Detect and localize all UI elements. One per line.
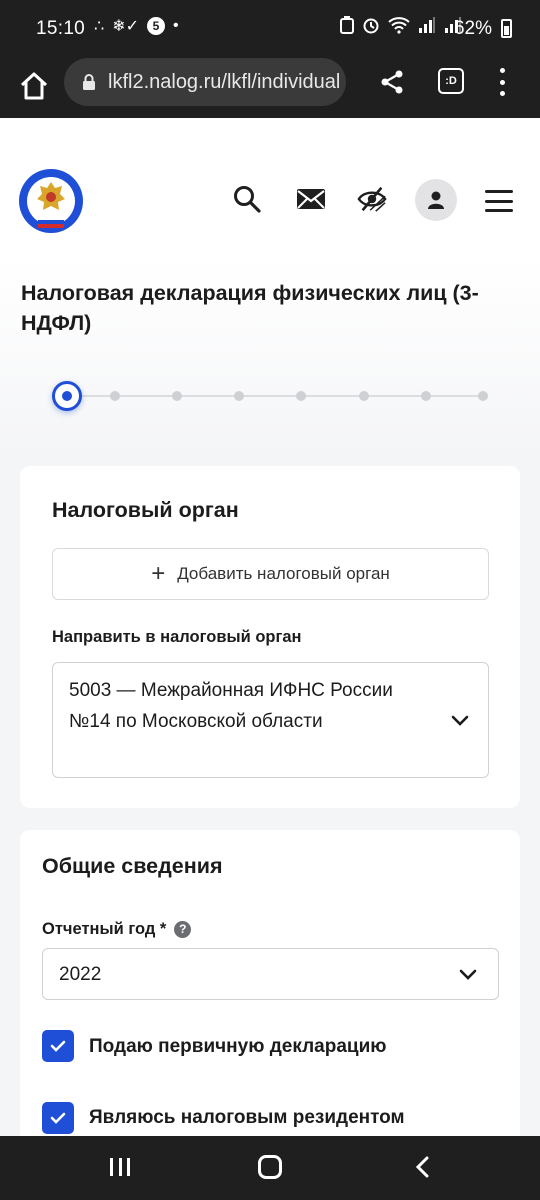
reporting-year-label: Отчетный год *? xyxy=(42,920,192,939)
status-time: 15:10 xyxy=(36,18,86,39)
notification-icon: • xyxy=(173,17,179,34)
send-to-authority-label: Направить в налоговый орган xyxy=(52,628,302,646)
help-icon[interactable]: ? xyxy=(174,920,192,938)
step-dot xyxy=(234,391,244,401)
check-icon xyxy=(50,1112,66,1124)
status-system-icons xyxy=(340,16,462,34)
check-icon xyxy=(50,1040,66,1052)
reporting-year-select[interactable]: 2022 xyxy=(42,948,499,1000)
system-nav-bar xyxy=(0,1136,540,1200)
fns-logo-emblem[interactable] xyxy=(18,168,84,234)
tabs-switcher-icon[interactable]: :D xyxy=(438,68,464,94)
chevron-down-icon xyxy=(459,969,477,980)
step-dot xyxy=(359,391,369,401)
reporting-year-label-text: Отчетный год * xyxy=(42,920,167,938)
battery-saver-icon xyxy=(340,16,354,34)
menu-icon[interactable] xyxy=(485,190,513,212)
step-dot xyxy=(421,391,431,401)
search-icon[interactable] xyxy=(232,184,262,214)
alarm-icon xyxy=(363,18,379,34)
user-icon xyxy=(428,191,444,209)
step-dot xyxy=(478,391,488,401)
notification-icon: ❄✓ xyxy=(112,18,139,35)
notification-icon: ∴ xyxy=(94,18,105,35)
home-icon[interactable] xyxy=(18,70,50,102)
address-bar[interactable]: lkfl2.nalog.ru/lkfl/individual xyxy=(64,58,346,106)
back-icon[interactable] xyxy=(414,1156,430,1178)
user-avatar[interactable] xyxy=(415,179,457,221)
reporting-year-value: 2022 xyxy=(59,964,102,985)
primary-declaration-label[interactable]: Подаю первичную декларацию xyxy=(89,1036,387,1058)
primary-declaration-checkbox[interactable] xyxy=(42,1030,74,1062)
status-bar: 15:10 ∴ ❄✓ 5 • 62% xyxy=(0,0,540,58)
add-tax-authority-label: Добавить налоговый орган xyxy=(177,564,390,583)
step-dot xyxy=(296,391,306,401)
mail-icon[interactable] xyxy=(296,184,326,214)
browser-toolbar: lkfl2.nalog.ru/lkfl/individual :D xyxy=(0,58,540,118)
page-title: Налоговая декларация физических лиц (3-Н… xyxy=(21,281,479,335)
home-button-icon[interactable] xyxy=(258,1155,282,1179)
step-dot xyxy=(172,391,182,401)
wifi-icon xyxy=(388,17,410,34)
tax-resident-checkbox[interactable] xyxy=(42,1102,74,1134)
share-icon[interactable] xyxy=(378,68,406,96)
page-title-area: Налоговая декларация физических лиц (3-Н… xyxy=(0,258,540,458)
notification-icon: 5 xyxy=(147,17,165,35)
url-text: lkfl2.nalog.ru/lkfl/individual xyxy=(108,70,341,93)
battery-percent: 62% xyxy=(453,18,492,39)
status-notification-icons: ∴ ❄✓ 5 • xyxy=(94,16,179,36)
tax-authority-select[interactable]: 5003 — Межрайонная ИФНС России №14 по Мо… xyxy=(52,662,489,778)
step-dot xyxy=(110,391,120,401)
general-info-title: Общие сведения xyxy=(42,854,223,878)
tax-authority-selected-value: 5003 — Межрайонная ИФНС России №14 по Мо… xyxy=(69,680,393,732)
tax-authority-card: Налоговый орган + Добавить налоговый орг… xyxy=(20,466,520,808)
progress-stepper xyxy=(0,376,540,416)
tax-resident-label[interactable]: Являюсь налоговым резидентом xyxy=(89,1107,405,1129)
signal-icon xyxy=(419,17,435,33)
general-info-card: Общие сведения Отчетный год *? 2022 Пода… xyxy=(20,830,520,1136)
battery-icon xyxy=(501,19,512,38)
recent-apps-icon[interactable] xyxy=(110,1158,130,1176)
tax-authority-title: Налоговый орган xyxy=(52,498,239,522)
chevron-down-icon xyxy=(451,715,469,726)
lock-icon xyxy=(83,74,95,90)
site-header xyxy=(0,118,540,258)
more-options-icon[interactable] xyxy=(497,66,507,98)
eye-crossed-icon[interactable] xyxy=(357,184,387,214)
web-page: Налоговая декларация физических лиц (3-Н… xyxy=(0,118,540,1136)
add-tax-authority-button[interactable]: + Добавить налоговый орган xyxy=(52,548,489,600)
step-current xyxy=(52,381,82,411)
plus-icon: + xyxy=(151,560,166,587)
